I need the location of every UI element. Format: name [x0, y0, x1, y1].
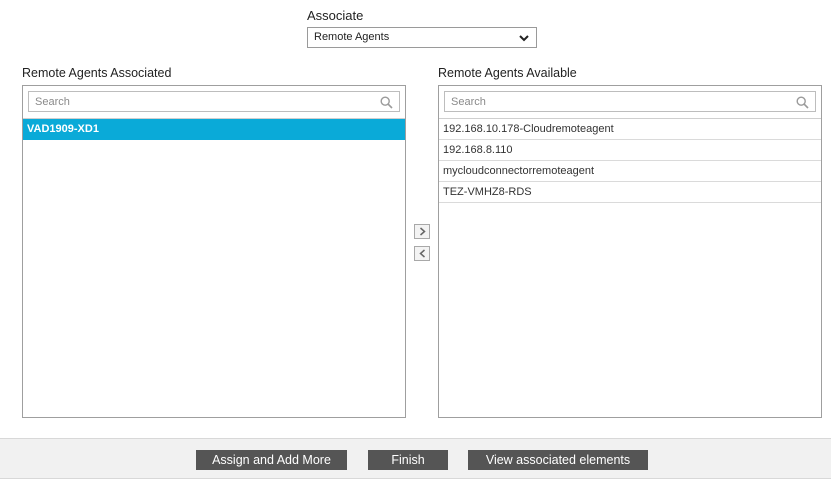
- search-icon: [380, 96, 393, 109]
- available-panel: 192.168.10.178-Cloudremoteagent 192.168.…: [438, 85, 822, 418]
- move-right-button[interactable]: [414, 224, 430, 239]
- finish-button[interactable]: Finish: [368, 450, 448, 470]
- associate-selected-value: Remote Agents: [314, 31, 390, 43]
- available-panel-title: Remote Agents Available: [438, 66, 577, 80]
- search-icon: [796, 96, 809, 109]
- list-item[interactable]: mycloudconnectorremoteagent: [439, 161, 821, 182]
- available-search[interactable]: [444, 91, 816, 112]
- associated-list: VAD1909-XD1: [23, 118, 405, 140]
- associate-label: Associate: [307, 8, 364, 23]
- list-item[interactable]: VAD1909-XD1: [23, 119, 405, 140]
- chevron-left-icon: [419, 249, 425, 258]
- available-list: 192.168.10.178-Cloudremoteagent 192.168.…: [439, 118, 821, 203]
- list-item[interactable]: TEZ-VMHZ8-RDS: [439, 182, 821, 203]
- associated-panel-title: Remote Agents Associated: [22, 66, 172, 80]
- chevron-right-icon: [420, 227, 426, 236]
- footer-bar: Assign and Add More Finish View associat…: [0, 438, 831, 479]
- chevron-down-icon: [519, 35, 529, 42]
- view-associated-elements-button[interactable]: View associated elements: [468, 450, 648, 470]
- associated-search[interactable]: [28, 91, 400, 112]
- move-left-button[interactable]: [414, 246, 430, 261]
- associated-search-input[interactable]: [29, 92, 399, 112]
- associated-panel: VAD1909-XD1: [22, 85, 406, 418]
- available-search-input[interactable]: [445, 92, 815, 112]
- list-item[interactable]: 192.168.10.178-Cloudremoteagent: [439, 119, 821, 140]
- assign-and-add-more-button[interactable]: Assign and Add More: [196, 450, 347, 470]
- associate-select[interactable]: Remote Agents: [307, 27, 537, 48]
- list-item[interactable]: 192.168.8.110: [439, 140, 821, 161]
